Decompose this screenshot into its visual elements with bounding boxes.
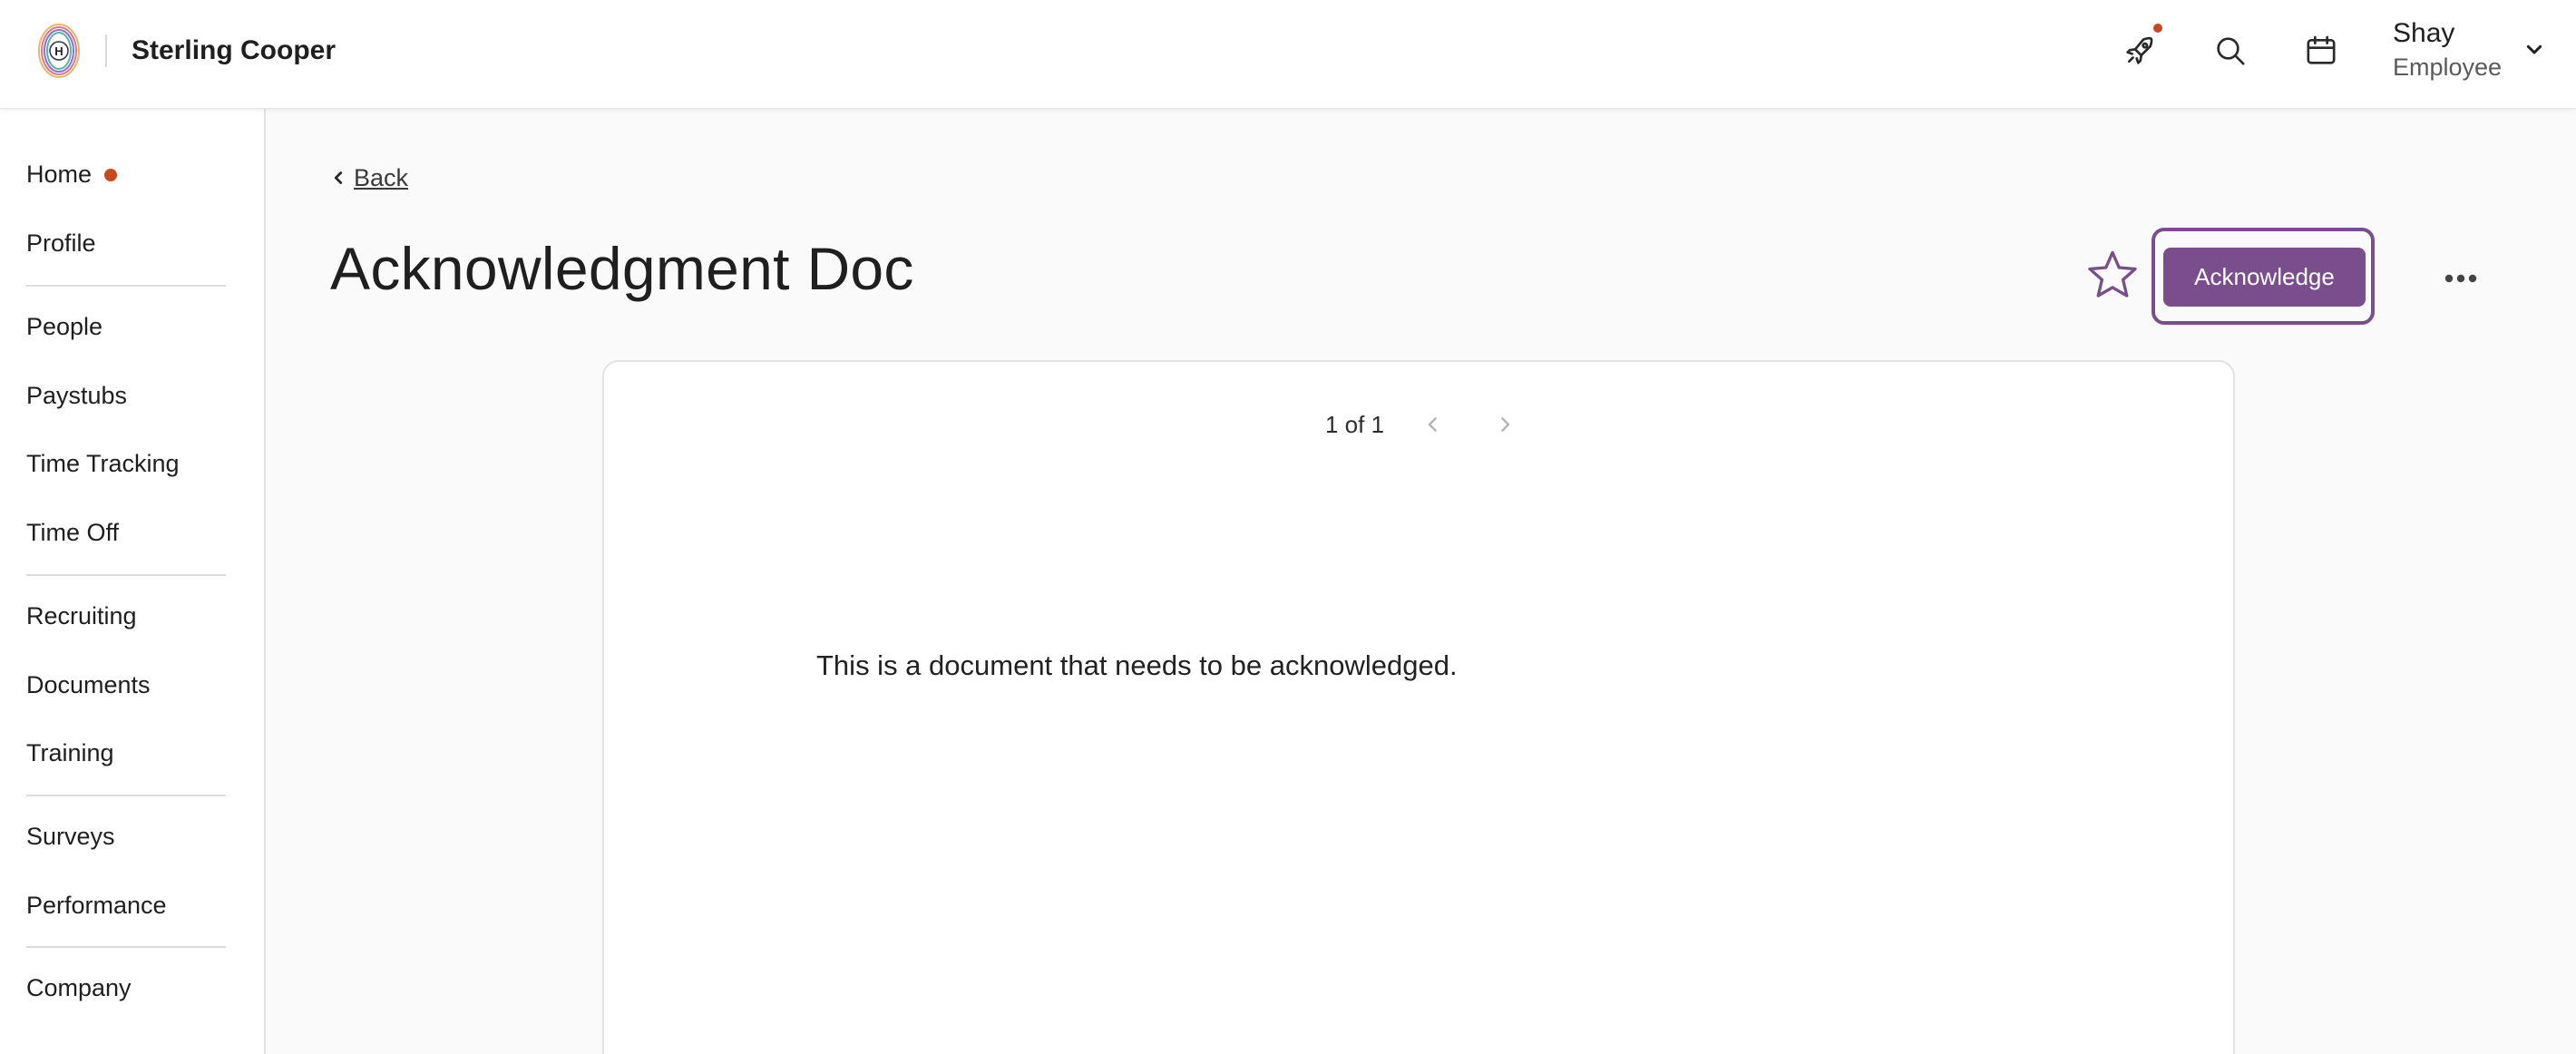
sidebar-item-paystubs[interactable]: Paystubs	[26, 379, 127, 412]
company-name: Sterling Cooper	[132, 35, 337, 65]
search-icon[interactable]	[2203, 24, 2258, 78]
sidebar-item-time-off[interactable]: Time Off	[26, 516, 119, 549]
sidebar-item-surveys[interactable]: Surveys	[26, 820, 115, 853]
sidebar-item-home[interactable]: Home	[26, 158, 92, 190]
sidebar-item-training[interactable]: Training	[26, 737, 114, 769]
chevron-down-icon[interactable]	[2520, 34, 2549, 63]
next-page-icon[interactable]	[1490, 410, 1519, 439]
user-menu[interactable]: Shay Employee	[2393, 15, 2574, 87]
logo-divider	[105, 34, 107, 67]
previous-page-icon[interactable]	[1419, 410, 1448, 439]
home-badge-dot	[104, 169, 117, 181]
top-bar: H Sterling Cooper Shay Employee	[0, 0, 2576, 109]
more-options-icon[interactable]	[2438, 256, 2483, 301]
page-title: Acknowledgment Doc	[330, 235, 914, 302]
company-logo-icon[interactable]: H	[36, 22, 82, 80]
user-role: Employee	[2393, 54, 2503, 81]
calendar-icon[interactable]	[2294, 24, 2348, 78]
svg-text:H: H	[54, 44, 63, 58]
sidebar-item-company[interactable]: Company	[26, 971, 132, 1004]
document-body-text: This is a document that needs to be ackn…	[816, 649, 1458, 681]
sidebar-item-profile[interactable]: Profile	[26, 227, 96, 259]
sidebar-divider	[26, 946, 226, 948]
acknowledge-button[interactable]: Acknowledge	[2163, 248, 2366, 307]
sidebar-divider	[26, 795, 226, 796]
notification-dot	[2153, 24, 2162, 33]
star-icon[interactable]	[2084, 247, 2141, 303]
sidebar-item-documents[interactable]: Documents	[26, 669, 151, 701]
sidebar-item-people[interactable]: People	[26, 310, 102, 343]
sidebar-item-performance[interactable]: Performance	[26, 889, 167, 922]
user-name: Shay	[2393, 18, 2455, 48]
sidebar-divider	[26, 574, 226, 576]
page-indicator: 1 of 1	[1325, 411, 1385, 438]
sidebar-item-recruiting[interactable]: Recruiting	[26, 600, 137, 632]
sidebar-item-time-tracking[interactable]: Time Tracking	[26, 447, 180, 480]
sidebar-divider	[26, 285, 226, 287]
chevron-left-icon	[334, 171, 343, 184]
document-viewer	[602, 360, 2235, 1054]
back-link-label: Back	[354, 164, 409, 191]
back-link[interactable]: Back	[328, 161, 408, 194]
